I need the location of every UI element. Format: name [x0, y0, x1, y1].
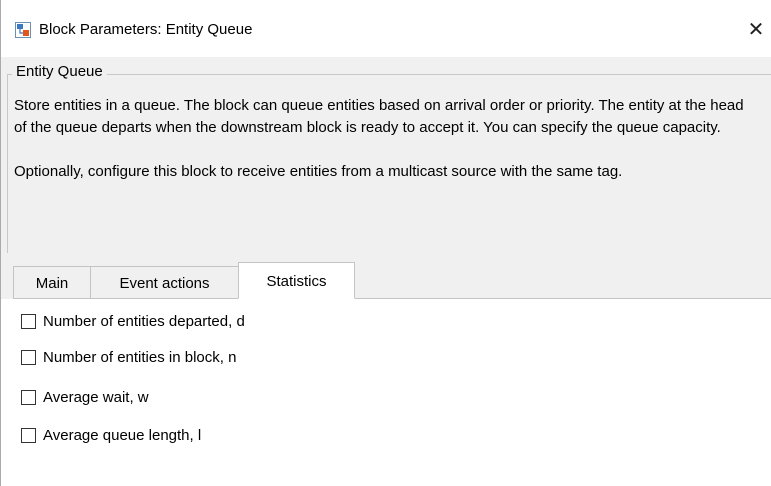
average-queue-length-checkbox[interactable]	[21, 427, 36, 443]
checkbox-row-average-wait[interactable]: Average wait, w	[21, 387, 149, 407]
entities-in-block-checkbox[interactable]	[21, 349, 36, 365]
description-paragraph: Store entities in a queue. The block can…	[14, 97, 744, 136]
checkbox-row-entities-departed[interactable]: Number of entities departed, d	[21, 311, 245, 331]
description-paragraph: Optionally, configure this block to rece…	[14, 163, 623, 180]
tab-event-actions[interactable]: Event actions	[90, 266, 239, 298]
entities-departed-label: Number of entities departed, d	[43, 312, 245, 330]
window-title: Block Parameters: Entity Queue	[39, 21, 253, 38]
simulink-block-icon	[15, 22, 31, 38]
average-wait-label: Average wait, w	[43, 388, 149, 406]
group-legend: Entity Queue	[12, 63, 107, 80]
average-queue-length-label: Average queue length, l	[43, 426, 202, 444]
entities-departed-checkbox[interactable]	[21, 313, 36, 329]
close-button[interactable]: ✕	[744, 17, 768, 43]
block-description: Store entities in a queue. The block can…	[14, 95, 754, 205]
checkbox-row-entities-in-block[interactable]: Number of entities in block, n	[21, 347, 236, 367]
tab-statistics[interactable]: Statistics	[238, 262, 355, 299]
block-parameters-dialog: Block Parameters: Entity Queue ✕ Entity …	[0, 0, 771, 486]
checkbox-row-average-queue-length[interactable]: Average queue length, l	[21, 425, 201, 445]
title-bar: Block Parameters: Entity Queue ✕	[1, 0, 771, 57]
tab-main[interactable]: Main	[13, 266, 91, 298]
entities-in-block-label: Number of entities in block, n	[43, 348, 237, 366]
average-wait-checkbox[interactable]	[21, 389, 36, 405]
